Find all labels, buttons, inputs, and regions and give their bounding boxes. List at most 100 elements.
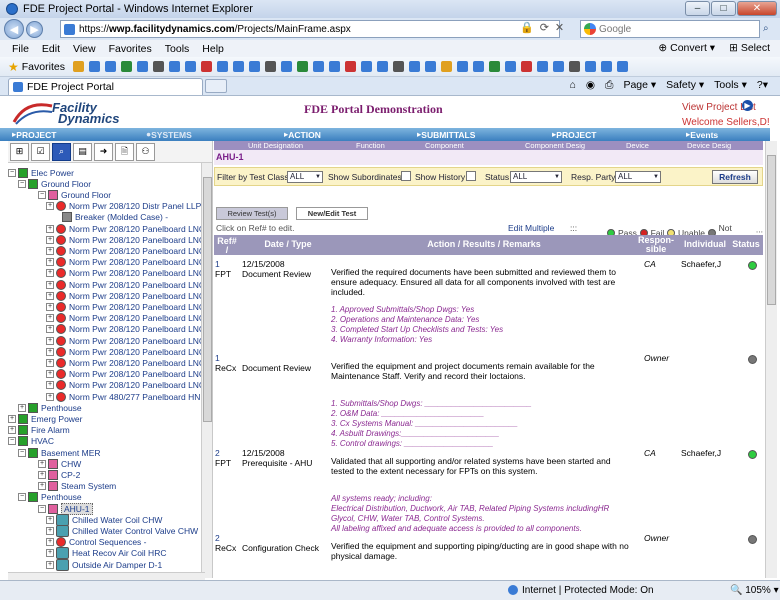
tree-node-label[interactable]: Heat Recov Air Coil HRC	[72, 548, 166, 558]
menu-help[interactable]: Help	[202, 43, 224, 55]
tree-node[interactable]: + Norm Pwr 208/120 Panelboard LNGP-2	[46, 301, 212, 312]
favorite-link-icon[interactable]	[216, 61, 228, 72]
tree-node-label[interactable]: Ground Floor	[61, 190, 111, 200]
tree-node-label[interactable]: Norm Pwr 208/120 Panelboard LNGP-15	[69, 291, 212, 301]
address-bar[interactable]: https://wwp.facilitydynamics.com/Project…	[60, 20, 560, 38]
tree-node-label[interactable]: Outside Air Damper D-1	[72, 560, 162, 570]
favorite-link-icon[interactable]	[200, 61, 212, 72]
content-vertical-scrollbar[interactable]	[765, 141, 777, 578]
tree-node-label[interactable]: Basement MER	[41, 448, 101, 458]
favorite-link-icon[interactable]	[376, 61, 388, 72]
tree-tool-hierarchy-icon[interactable]: ⊞	[10, 142, 29, 161]
favorite-link-icon[interactable]	[472, 61, 484, 72]
tree-node[interactable]: + CP-2	[38, 469, 80, 480]
tree-node-label[interactable]: Fire Alarm	[31, 425, 70, 435]
tree-node[interactable]: + Norm Pwr 208/120 Panelboard LNGP-1	[46, 223, 212, 234]
tree-expand-icon[interactable]: −	[38, 190, 46, 199]
tree-node[interactable]: + Control Sequences -	[46, 537, 147, 548]
tree-node[interactable]: − Ground Floor	[18, 178, 91, 189]
tree-node[interactable]: + Heat Recov Air Coil HRC	[46, 547, 166, 560]
favorite-link-icon[interactable]	[344, 61, 356, 72]
favorite-link-icon[interactable]	[280, 61, 292, 72]
favorite-link-icon[interactable]	[168, 61, 180, 72]
tree-node-label[interactable]: Penthouse	[41, 492, 82, 502]
resp-party-select[interactable]: ALL	[615, 171, 661, 183]
tree-node-label[interactable]: Norm Pwr 208/120 Distr Panel LLP-B1	[69, 201, 212, 211]
favorite-link-icon[interactable]	[440, 61, 452, 72]
nav-action-items[interactable]: ▸ ACTION ITEMS	[284, 129, 321, 150]
tree-expand-icon[interactable]: +	[46, 224, 54, 233]
favorite-link-icon[interactable]	[248, 61, 260, 72]
tree-node-label[interactable]: CP-2	[61, 470, 80, 480]
favorite-link-icon[interactable]	[392, 61, 404, 72]
print-icon[interactable]: ⎙	[605, 79, 613, 92]
test-class-select[interactable]: ALL	[287, 171, 323, 183]
tree-expand-icon[interactable]: −	[8, 437, 16, 446]
tree-node-label[interactable]: Norm Pwr 208/120 Panelboard LNGP-5	[69, 336, 212, 346]
nav-project-files[interactable]: ▸ PROJECT FILES	[12, 129, 56, 150]
tree-node-label[interactable]: Norm Pwr 208/120 Panelboard LNGP-14	[69, 280, 212, 290]
tree-node-label[interactable]: Ground Floor	[41, 179, 91, 189]
tree-node-label[interactable]: Breaker (Molded Case) -	[75, 212, 168, 222]
tree-expand-icon[interactable]: −	[38, 504, 46, 513]
help-icon[interactable]: ?▾	[757, 79, 768, 92]
tree-expand-icon[interactable]: +	[46, 358, 54, 367]
tree-node[interactable]: + Steam System	[38, 481, 116, 492]
tree-node-label[interactable]: Steam System	[61, 481, 116, 491]
tree-expand-icon[interactable]: +	[46, 336, 54, 345]
tree-node[interactable]: + Norm Pwr 208/120 Panelboard LNGP-3	[46, 313, 212, 324]
tree-tool-document-icon[interactable]: 🗎	[115, 142, 134, 161]
tree-node-label[interactable]: Norm Pwr 208/120 Panelboard LNGP-7	[69, 358, 212, 368]
tree-node[interactable]: + Norm Pwr 208/120 Panelboard LNGP-10	[46, 234, 212, 245]
refresh-button[interactable]: Refresh	[712, 170, 758, 184]
favorite-link-icon[interactable]	[88, 61, 100, 72]
tree-expand-icon[interactable]: +	[46, 314, 54, 323]
tree-node[interactable]: − Penthouse	[18, 492, 82, 503]
edit-multiple-link[interactable]: Edit Multiple	[508, 223, 554, 233]
tree-expand-icon[interactable]: +	[46, 538, 54, 547]
favorite-link-icon[interactable]	[296, 61, 308, 72]
tree-node-label[interactable]: Norm Pwr 480/277 Panelboard HNLP-1	[69, 392, 212, 402]
tree-tool-search-icon[interactable]: ⌕	[52, 142, 71, 161]
minimize-button[interactable]: –	[685, 1, 710, 16]
tree-scroll-thumb[interactable]	[203, 177, 212, 422]
tree-expand-icon[interactable]: +	[8, 414, 16, 423]
favorite-link-icon[interactable]	[72, 61, 84, 72]
menu-file[interactable]: File	[12, 43, 29, 55]
show-subordinates-checkbox[interactable]	[401, 171, 411, 181]
tab-new-edit-test[interactable]: New/Edit Test	[296, 207, 368, 220]
select-button[interactable]: ⊞ Select	[729, 42, 770, 54]
tab-review-tests[interactable]: Review Test(s)	[216, 207, 288, 220]
tree-node[interactable]: − Ground Floor	[38, 189, 111, 200]
row-ref-link[interactable]: 2	[215, 448, 220, 458]
favorite-link-icon[interactable]	[456, 61, 468, 72]
tree-expand-icon[interactable]: +	[18, 403, 26, 412]
row-ref-link[interactable]: 2	[215, 533, 220, 543]
nav-submittals[interactable]: ▸ SUBMITTALS	[417, 129, 475, 140]
stop-icon[interactable]: ✕	[555, 21, 564, 34]
tree-expand-icon[interactable]: −	[18, 448, 26, 457]
favorites-star-icon[interactable]: ★	[8, 60, 19, 74]
nav-systems[interactable]: ● SYSTEMS	[146, 129, 192, 140]
tree-tool-users-icon[interactable]: ⚇	[136, 142, 155, 161]
tree-node[interactable]: + Norm Pwr 480/277 Panelboard HNLP-1	[46, 391, 212, 402]
content-scroll-thumb[interactable]	[767, 155, 776, 305]
tree-expand-icon[interactable]: −	[8, 168, 16, 177]
menu-edit[interactable]: Edit	[42, 43, 60, 55]
favorite-link-icon[interactable]	[136, 61, 148, 72]
favorite-link-icon[interactable]	[120, 61, 132, 72]
tree-expand-icon[interactable]: +	[46, 302, 54, 311]
tree-node[interactable]: + Norm Pwr 208/120 Panelboard LNGP-7	[46, 357, 212, 368]
maximize-button[interactable]: □	[711, 1, 736, 16]
tree-expand-icon[interactable]: +	[38, 470, 46, 479]
menu-tools[interactable]: Tools	[165, 43, 190, 55]
refresh-icon[interactable]: ⟳	[540, 21, 549, 34]
status-select[interactable]: ALL	[510, 171, 562, 183]
tree-node-label[interactable]: Chilled Water Coil CHW	[72, 515, 162, 525]
tree-node-label[interactable]: Elec Power	[31, 168, 74, 178]
tree-expand-icon[interactable]: +	[46, 392, 54, 401]
favorite-link-icon[interactable]	[520, 61, 532, 72]
back-button[interactable]: ◀	[4, 19, 24, 39]
tree-expand-icon[interactable]: +	[46, 235, 54, 244]
tree-expand-icon[interactable]: +	[46, 202, 54, 211]
